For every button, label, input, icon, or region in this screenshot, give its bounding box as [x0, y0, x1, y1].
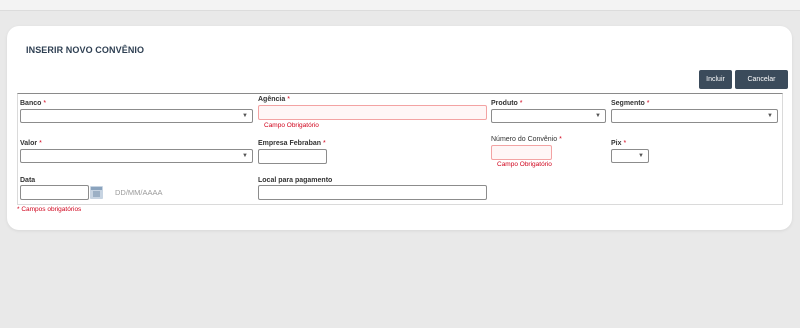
agencia-error: Campo Obrigatório [264, 122, 319, 129]
local-pagamento-input[interactable] [258, 185, 487, 200]
numero-convenio-input[interactable] [491, 145, 552, 160]
data-label: Data [20, 177, 36, 184]
produto-label: Produto * [491, 100, 523, 107]
segmento-select[interactable]: ▼ [611, 109, 778, 123]
banco-label: Banco * [20, 100, 47, 107]
produto-select[interactable]: ▼ [491, 109, 606, 123]
chevron-down-icon: ▼ [638, 153, 644, 159]
page-title: INSERIR NOVO CONVÊNIO [26, 45, 145, 55]
empresa-febraban-input[interactable] [258, 149, 327, 164]
calendar-icon[interactable] [90, 186, 103, 199]
segmento-label: Segmento * [611, 100, 650, 107]
valor-label: Valor * [20, 140, 42, 147]
chevron-down-icon: ▼ [767, 113, 773, 119]
data-format-hint: DD/MM/AAAA [115, 188, 163, 197]
banco-select[interactable]: ▼ [20, 109, 253, 123]
chevron-down-icon: ▼ [242, 113, 248, 119]
numero-convenio-label: Número do Convênio * [491, 136, 562, 143]
cancelar-button[interactable]: Cancelar [735, 70, 788, 89]
valor-select[interactable]: ▼ [20, 149, 253, 163]
local-pagamento-label: Local para pagamento [258, 177, 333, 184]
pix-select[interactable]: ▼ [611, 149, 649, 163]
incluir-button[interactable]: Incluir [699, 70, 732, 89]
agencia-input[interactable] [258, 105, 487, 120]
top-bar [0, 0, 800, 11]
empresa-febraban-label: Empresa Febraban * [258, 140, 326, 147]
required-fields-note: * Campos obrigatórios [17, 206, 82, 213]
chevron-down-icon: ▼ [595, 113, 601, 119]
numero-convenio-error: Campo Obrigatório [497, 161, 552, 168]
data-input[interactable] [20, 185, 89, 200]
agencia-label: Agência * [258, 96, 290, 103]
pix-label: Pix * [611, 140, 627, 147]
chevron-down-icon: ▼ [242, 153, 248, 159]
